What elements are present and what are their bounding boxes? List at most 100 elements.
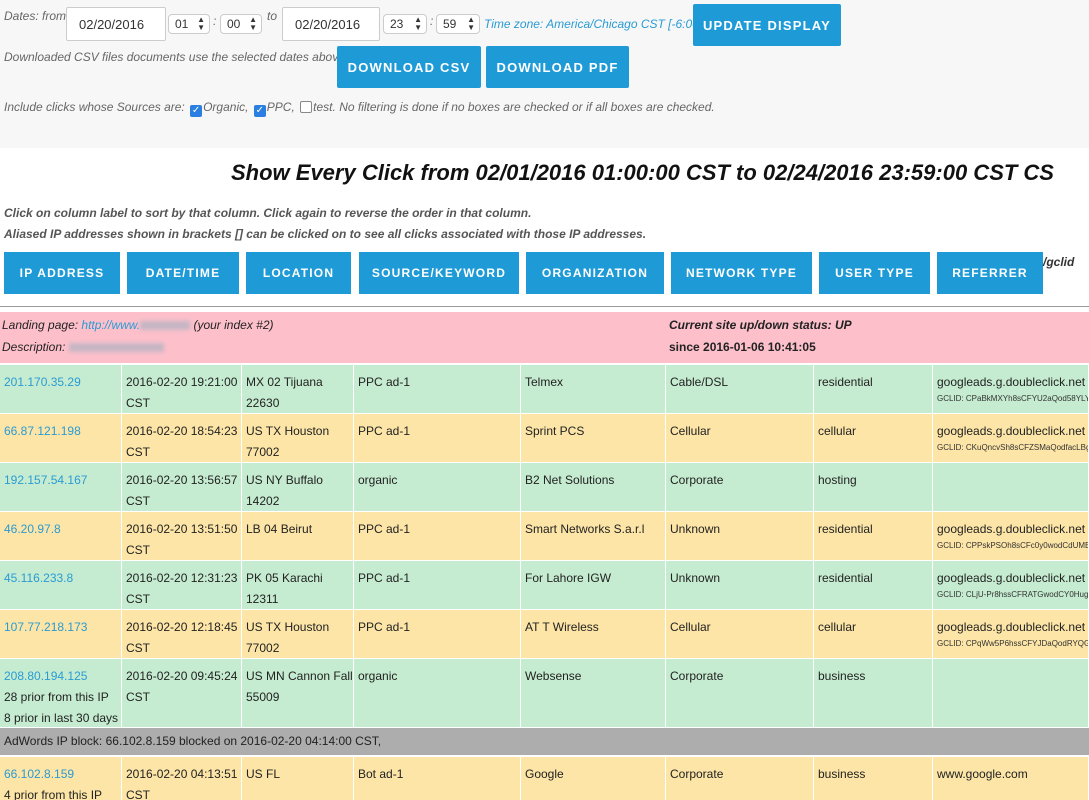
table-row: 192.157.54.167 2016-02-20 13:56:57 CST US N… xyxy=(0,463,1089,511)
adwords-block-row: AdWords IP block: 66.102.8.159 blocked o… xyxy=(0,728,1089,755)
ip-cell: 66.102.8.159 4 prior from this IP xyxy=(0,757,122,800)
to-label: to xyxy=(267,9,278,23)
ip-cell: 66.87.121.198 xyxy=(0,414,122,462)
table-row: 208.80.194.125 28 prior from this IP 8 pri… xyxy=(0,659,1089,727)
timezone-value: CST xyxy=(126,690,150,704)
referrer-cell xyxy=(933,463,1089,511)
column-source-keyword[interactable]: SOURCE/KEYWORD xyxy=(359,252,519,294)
source-value: PPC ad-1 xyxy=(358,522,411,536)
alias-note: Aliased IP addresses shown in brackets [… xyxy=(4,227,647,241)
postal-code: 77002 xyxy=(246,641,280,655)
csv-note: Downloaded CSV files documents use the s… xyxy=(4,50,349,64)
referrer-cell: googleads.g.doubleclick.net GCLID: CLjU-P… xyxy=(933,561,1089,609)
referrer-cell: googleads.g.doubleclick.net GCLID: CPqWw5… xyxy=(933,610,1089,658)
table-row: 66.102.8.159 4 prior from this IP 2016-02-… xyxy=(0,757,1089,800)
organization-cell: For Lahore IGW xyxy=(521,561,666,609)
column-ip-address[interactable]: IP ADDRESS xyxy=(4,252,120,294)
organization-cell: Smart Networks S.a.r.l xyxy=(521,512,666,560)
ip-link[interactable]: 66.87.121.198 xyxy=(4,421,121,442)
organization-value: Google xyxy=(525,767,564,781)
column-network-type[interactable]: NETWORK TYPE xyxy=(671,252,812,294)
source-value: PPC ad-1 xyxy=(358,620,411,634)
redacted-text xyxy=(140,321,191,331)
ip-link[interactable]: 192.157.54.167 xyxy=(4,470,121,491)
ip-cell: 201.170.35.29 xyxy=(0,365,122,413)
postal-code: 14202 xyxy=(246,494,280,508)
table-row: 201.170.35.29 2016-02-20 19:21:00 CST MX 02… xyxy=(0,365,1089,413)
stepper-arrows-icon: ▲ ▼ xyxy=(249,15,257,32)
ip-link[interactable]: 208.80.194.125 xyxy=(4,666,121,687)
ip-link[interactable]: 107.77.218.173 xyxy=(4,617,121,638)
from-minute-select[interactable]: 00 ▲ ▼ xyxy=(220,14,262,34)
referrer-value: googleads.g.doubleclick.net xyxy=(937,571,1086,585)
column-user-type[interactable]: USER TYPE xyxy=(819,252,930,294)
user-type-cell: business xyxy=(814,757,933,800)
download-csv-button[interactable]: DOWNLOAD CSV xyxy=(337,46,481,88)
network-type-cell: Cellular xyxy=(666,610,814,658)
network-type-cell: Unknown xyxy=(666,512,814,560)
ip-link[interactable]: 45.116.233.8 xyxy=(4,568,121,589)
column-referrer[interactable]: REFERRER xyxy=(937,252,1043,294)
network-type-value: Unknown xyxy=(670,522,721,536)
timezone-value: CST xyxy=(126,592,150,606)
source-value: organic xyxy=(358,473,398,487)
datetime-value: 2016-02-20 19:21:00 xyxy=(126,375,238,389)
from-date-input[interactable]: 02/20/2016 xyxy=(66,7,166,41)
ip-cell: 46.20.97.8 xyxy=(0,512,122,560)
to-date-input[interactable]: 02/20/2016 xyxy=(282,7,380,41)
timezone-value: CST xyxy=(126,445,150,459)
datetime-value: 2016-02-20 09:45:24 xyxy=(126,669,238,683)
ip-link[interactable]: 66.102.8.159 xyxy=(4,764,121,785)
column-organization[interactable]: ORGANIZATION xyxy=(526,252,664,294)
network-type-cell: Corporate xyxy=(666,659,814,727)
network-type-value: Corporate xyxy=(670,473,724,487)
source-value: Bot ad-1 xyxy=(358,767,404,781)
ppc-checkbox[interactable]: ✓ xyxy=(253,105,266,117)
source-cell: PPC ad-1 xyxy=(354,610,521,658)
network-type-value: Corporate xyxy=(670,669,724,683)
source-value: PPC ad-1 xyxy=(358,375,411,389)
source-cell: PPC ad-1 xyxy=(354,365,521,413)
ip-cell: 192.157.54.167 xyxy=(0,463,122,511)
from-hour-select[interactable]: 01 ▲ ▼ xyxy=(168,14,210,34)
to-minute-select[interactable]: 59 ▲ ▼ xyxy=(436,14,480,34)
update-display-button[interactable]: UPDATE DISPLAY xyxy=(693,4,841,46)
column-location[interactable]: LOCATION xyxy=(246,252,351,294)
organization-cell: Telmex xyxy=(521,365,666,413)
download-pdf-button[interactable]: DOWNLOAD PDF xyxy=(486,46,629,88)
source-filter: Include clicks whose Sources are: ✓ Organ… xyxy=(4,100,715,117)
datetime-cell: 2016-02-20 13:56:57 CST xyxy=(122,463,242,511)
organization-cell: Websense xyxy=(521,659,666,727)
site-status: Current site up/down status: UP xyxy=(669,318,852,332)
source-cell: organic xyxy=(354,463,521,511)
gclid-value: GCLID: CPaBkMXYh8sCFYU2aQod58YLYA xyxy=(937,394,1089,403)
source-cell: PPC ad-1 xyxy=(354,512,521,560)
gclid-value: GCLID: CPqWw5P6hssCFYJDaQodRYQGWQ xyxy=(937,639,1089,648)
ip-cell: 107.77.218.173 xyxy=(0,610,122,658)
datetime-cell: 2016-02-20 13:51:50 CST xyxy=(122,512,242,560)
network-type-cell: Cable/DSL xyxy=(666,365,814,413)
source-value: PPC ad-1 xyxy=(358,571,411,585)
source-value: PPC ad-1 xyxy=(358,424,411,438)
to-hour-select[interactable]: 23 ▲ ▼ xyxy=(383,14,427,34)
test-checkbox[interactable] xyxy=(300,101,313,113)
user-type-value: hosting xyxy=(818,473,857,487)
timezone-link[interactable]: Time zone: America/Chicago CST [-6:00] xyxy=(484,17,702,31)
datetime-cell: 2016-02-20 19:21:00 CST xyxy=(122,365,242,413)
organic-checkbox[interactable]: ✓ xyxy=(190,105,203,117)
source-cell: PPC ad-1 xyxy=(354,414,521,462)
ip-link[interactable]: 201.170.35.29 xyxy=(4,372,121,393)
ip-link[interactable]: 46.20.97.8 xyxy=(4,519,121,540)
ip-recent-note: 8 prior in last 30 days xyxy=(4,711,119,725)
network-type-value: Cellular xyxy=(670,424,711,438)
network-type-cell: Corporate xyxy=(666,757,814,800)
landing-page-link[interactable]: http://www. xyxy=(81,318,140,332)
location-value: US MN Cannon Falls xyxy=(246,669,354,683)
stepper-arrows-icon: ▲ ▼ xyxy=(414,15,422,32)
location-cell: US MN Cannon Falls 55009 xyxy=(242,659,354,727)
network-type-value: Unknown xyxy=(670,571,721,585)
column-gclid[interactable]: /gclid xyxy=(1043,255,1074,269)
organization-cell: Sprint PCS xyxy=(521,414,666,462)
column-date-time[interactable]: DATE/TIME xyxy=(127,252,239,294)
stepper-arrows-icon: ▲ ▼ xyxy=(467,15,475,32)
